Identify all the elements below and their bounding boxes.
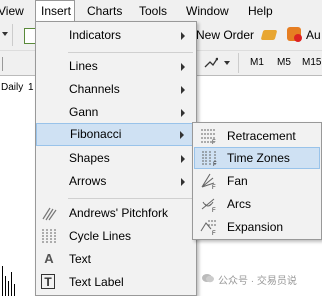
menu-item-label: Text Label bbox=[69, 275, 124, 289]
timeframe-m1[interactable]: M1 bbox=[250, 57, 264, 68]
text-icon: A bbox=[44, 251, 54, 266]
fibo-retracement-icon: F bbox=[201, 129, 216, 144]
cycle-lines-icon bbox=[42, 229, 56, 243]
menu-item-label: Channels bbox=[69, 82, 120, 96]
menu-item-label: Cycle Lines bbox=[69, 229, 132, 243]
menu-view[interactable]: View bbox=[0, 0, 24, 22]
submenu-arrow-icon bbox=[181, 109, 185, 117]
menu-item-arrows[interactable]: Arrows bbox=[37, 170, 195, 193]
submenu-arrow-icon bbox=[181, 178, 185, 186]
menu-item-indicators[interactable]: Indicators bbox=[37, 24, 195, 47]
menu-item-channels[interactable]: Channels bbox=[37, 78, 195, 101]
candle-bar bbox=[5, 276, 6, 296]
insert-menu: Indicators Lines Channels Gann Fibonacci… bbox=[35, 21, 197, 296]
menu-item-label: Lines bbox=[69, 59, 98, 73]
fibonacci-submenu: F Retracement F Time Zones F Fan F Arcs … bbox=[192, 122, 322, 240]
submenu-item-retracement[interactable]: F Retracement bbox=[194, 125, 320, 147]
candle-bar bbox=[8, 281, 9, 296]
crosshair-icon[interactable] bbox=[2, 57, 3, 71]
timeframe-m15[interactable]: M15 bbox=[302, 57, 321, 68]
chevron-down-icon[interactable] bbox=[2, 32, 8, 36]
text-label-icon: T bbox=[41, 274, 55, 289]
toolbar-divider bbox=[12, 24, 13, 46]
menu-item-cycle-lines[interactable]: Cycle Lines bbox=[37, 225, 195, 248]
submenu-arrow-icon bbox=[181, 63, 185, 71]
fibo-timezones-icon: F bbox=[202, 151, 217, 166]
menu-help[interactable]: Help bbox=[248, 0, 273, 22]
menu-item-label: Indicators bbox=[69, 28, 122, 42]
submenu-item-label: Arcs bbox=[227, 197, 251, 211]
submenu-item-time-zones[interactable]: F Time Zones bbox=[194, 147, 320, 169]
menu-item-label: Arrows bbox=[69, 174, 107, 188]
submenu-arrow-icon bbox=[181, 32, 185, 40]
submenu-item-label: Fan bbox=[227, 174, 248, 188]
menu-bar: View Insert Charts Tools Window Help bbox=[0, 0, 322, 22]
toolbar-divider bbox=[238, 53, 239, 73]
menu-item-fibonacci[interactable]: Fibonacci bbox=[36, 123, 196, 146]
menu-tools[interactable]: Tools bbox=[139, 0, 167, 22]
menu-item-andrews-pitchfork[interactable]: Andrews' Pitchfork bbox=[37, 202, 195, 225]
metaeditor-icon[interactable] bbox=[260, 30, 278, 40]
timeframe-m5[interactable]: M5 bbox=[277, 57, 291, 68]
submenu-item-fan[interactable]: F Fan bbox=[194, 170, 320, 192]
menu-item-text-label[interactable]: T Text Label bbox=[37, 271, 195, 294]
menu-item-shapes[interactable]: Shapes bbox=[37, 147, 195, 170]
stop-badge-icon bbox=[294, 34, 302, 42]
submenu-item-label: Expansion bbox=[227, 220, 284, 234]
menu-item-label: Fibonacci bbox=[70, 127, 122, 141]
menu-item-label: Andrews' Pitchfork bbox=[69, 206, 168, 220]
new-order-button[interactable]: New Order bbox=[196, 28, 254, 42]
menu-item-label: Text bbox=[69, 252, 92, 266]
chart-info-label: 1 bbox=[28, 82, 34, 93]
menu-item-gann[interactable]: Gann bbox=[37, 101, 195, 124]
menu-item-label: Gann bbox=[69, 105, 99, 119]
submenu-arrow-icon bbox=[181, 86, 185, 94]
submenu-item-label: Time Zones bbox=[227, 151, 290, 165]
chevron-down-icon[interactable] bbox=[224, 61, 230, 65]
fibo-expansion-icon: F bbox=[200, 220, 216, 235]
svg-text:F: F bbox=[212, 231, 216, 235]
menu-separator bbox=[68, 198, 193, 199]
svg-text:F: F bbox=[212, 185, 216, 189]
submenu-item-label: Retracement bbox=[227, 129, 296, 143]
watermark-text: 公众号 · 交易员说 bbox=[218, 276, 297, 287]
menu-separator bbox=[68, 52, 193, 53]
submenu-item-arcs[interactable]: F Arcs bbox=[194, 193, 320, 215]
svg-text:F: F bbox=[212, 208, 216, 212]
menu-item-lines[interactable]: Lines bbox=[37, 55, 195, 78]
fibo-fan-icon: F bbox=[201, 173, 216, 189]
menu-item-text[interactable]: A Text bbox=[37, 248, 195, 271]
line-tools-icon[interactable] bbox=[204, 57, 219, 69]
submenu-item-expansion[interactable]: F Expansion bbox=[194, 216, 320, 238]
submenu-arrow-icon bbox=[181, 155, 185, 163]
menu-insert[interactable]: Insert bbox=[35, 0, 75, 22]
wechat-icon bbox=[202, 274, 214, 283]
menu-item-label: Shapes bbox=[69, 151, 110, 165]
menu-charts[interactable]: Charts bbox=[87, 0, 122, 22]
autotrading-button-label[interactable]: Au bbox=[306, 28, 321, 42]
submenu-arrow-icon bbox=[180, 131, 184, 139]
pitchfork-icon bbox=[42, 207, 57, 221]
svg-text:F: F bbox=[213, 162, 217, 166]
candle-bar bbox=[14, 284, 15, 296]
candle-bar bbox=[2, 266, 3, 296]
menu-window[interactable]: Window bbox=[186, 0, 229, 22]
svg-text:F: F bbox=[212, 140, 216, 144]
chart-timeframe-label: Daily bbox=[1, 82, 24, 93]
candle-bar bbox=[11, 272, 12, 296]
fibo-arcs-icon: F bbox=[201, 198, 216, 212]
